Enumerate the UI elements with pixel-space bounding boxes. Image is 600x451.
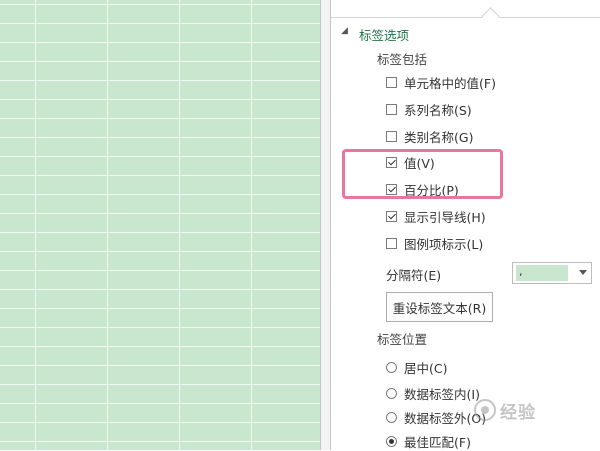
radio-inside-end[interactable]: 数据标签内(I) [386,383,480,403]
collapse-triangle-icon[interactable]: ◢ [341,26,348,36]
highlight-box [342,149,503,199]
radio-best-fit[interactable]: 最佳匹配(F) [386,431,471,451]
radio-button[interactable] [386,435,397,447]
radio-center[interactable]: 居中(C) [386,357,447,377]
checkbox-leader-lines[interactable]: 显示引导线(H) [386,206,486,226]
label-options-header[interactable]: ◢ 标签选项 [341,25,410,44]
radio-button[interactable] [386,411,397,423]
checkbox-label: 显示引导线(H) [404,209,486,225]
label-contains-title: 标签包括 [377,52,428,67]
checkbox-category-name[interactable]: 类别名称(G) [386,126,473,146]
radio-button[interactable] [386,387,397,399]
checkbox-cell-value[interactable]: 单元格中的值(F) [386,72,496,92]
separator-value: , [516,265,568,281]
checkbox-label: 图例项标示(L) [404,236,484,252]
radio-button[interactable] [386,361,397,373]
label-position-title: 标签位置 [377,332,428,347]
label-options-title: 标签选项 [359,28,410,43]
pane-header-line [331,17,600,18]
checkbox-box[interactable] [386,76,397,88]
radio-label: 最佳匹配(F) [404,434,471,450]
checkbox-series-name[interactable]: 系列名称(S) [386,99,472,119]
watermark-logo-icon [474,399,496,421]
checkbox-box[interactable] [386,237,397,249]
spreadsheet-grid[interactable] [0,0,320,450]
radio-label: 数据标签内(I) [404,386,480,402]
checkbox-label: 单元格中的值(F) [404,75,496,91]
reset-label-text-button[interactable]: 重设标签文本(R) [386,292,493,322]
chevron-down-icon[interactable] [579,270,587,275]
checkbox-label: 类别名称(G) [404,129,474,145]
tab-pointer [481,7,500,26]
pane-gap [320,0,330,450]
separator-label: 分隔符(E) [386,268,442,283]
radio-outside-end[interactable]: 数据标签外(O) [386,407,486,427]
checkbox-box[interactable] [386,130,397,142]
checkbox-label: 系列名称(S) [404,102,472,118]
watermark: 经验 [474,396,594,424]
watermark-text: 经验 [500,402,536,423]
checkbox-box[interactable] [386,210,397,222]
format-data-labels-pane: ◢ 标签选项 标签包括 单元格中的值(F) 系列名称(S) 类别名称(G) 值(… [331,0,600,450]
separator-dropdown[interactable]: , [512,262,592,284]
radio-label: 居中(C) [404,360,448,376]
checkbox-box[interactable] [386,103,397,115]
checkbox-legend-key[interactable]: 图例项标示(L) [386,233,483,253]
pane-divider [320,0,321,450]
